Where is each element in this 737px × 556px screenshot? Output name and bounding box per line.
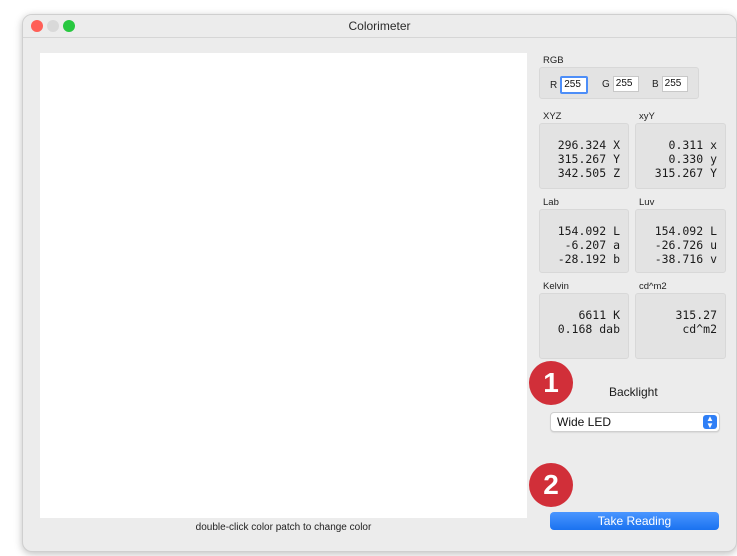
b-input[interactable]: 255 <box>661 76 688 92</box>
lab-l-value: 154.092 L <box>557 224 620 238</box>
r-group: R 255 <box>550 76 589 94</box>
color-patch[interactable] <box>40 53 527 518</box>
lab-a-value: -6.207 a <box>564 238 620 252</box>
step-one-badge: 1 <box>529 361 573 405</box>
luv-readout: 154.092 L -26.726 u -38.716 v <box>655 224 717 266</box>
r-input[interactable]: 255 <box>560 76 589 94</box>
take-reading-button[interactable]: Take Reading <box>550 512 719 530</box>
xyz-readout: 296.324 X 315.267 Y 342.505 Z <box>558 138 620 180</box>
xyy-lum-value: 315.267 Y <box>654 166 717 180</box>
title-bar: Colorimeter <box>23 15 736 38</box>
g-group: G 255 <box>602 76 639 92</box>
luv-label: Luv <box>639 197 655 208</box>
kelvin-readout: 6611 K 0.168 dab <box>558 308 620 336</box>
window-title: Colorimeter <box>348 19 411 33</box>
chevron-up-down-icon: ▲ ▼ <box>703 415 717 430</box>
cdm2-readout: 315.27 cd^m2 <box>675 308 717 336</box>
xyy-box: 0.311 x 0.330 y 315.267 Y <box>635 123 726 189</box>
r-label: R <box>550 79 558 91</box>
kelvin-k-value: 6611 K <box>578 308 620 322</box>
luv-v-value: -38.716 v <box>654 252 717 266</box>
g-label: G <box>602 78 610 90</box>
cdm2-value: 315.27 <box>675 308 717 322</box>
lab-label: Lab <box>543 197 559 208</box>
cdm2-label: cd^m2 <box>639 281 667 292</box>
luv-l-value: 154.092 L <box>654 224 717 238</box>
color-patch-caption: double-click color patch to change color <box>195 522 372 533</box>
xyy-x-value: 0.311 x <box>668 138 717 152</box>
luv-u-value: -26.726 u <box>654 238 717 252</box>
backlight-select[interactable]: Wide LED ▲ ▼ <box>550 412 720 432</box>
luv-box: 154.092 L -26.726 u -38.716 v <box>635 209 726 273</box>
b-group: B 255 <box>652 76 688 92</box>
backlight-selected-value: Wide LED <box>557 415 612 429</box>
xyy-label: xyY <box>639 111 655 122</box>
xyz-box: 296.324 X 315.267 Y 342.505 Z <box>539 123 629 189</box>
xyz-x-value: 296.324 X <box>557 138 620 152</box>
g-input[interactable]: 255 <box>612 76 639 92</box>
kelvin-dab-value: 0.168 dab <box>557 322 620 336</box>
lab-box: 154.092 L -6.207 a -28.192 b <box>539 209 629 273</box>
kelvin-label: Kelvin <box>543 281 569 292</box>
step-two-badge: 2 <box>529 463 573 507</box>
cdm2-box: 315.27 cd^m2 <box>635 293 726 359</box>
xyz-label: XYZ <box>543 111 562 122</box>
xyz-y-value: 315.267 Y <box>557 152 620 166</box>
rgb-box: R 255 G 255 B 255 <box>539 67 699 99</box>
lab-readout: 154.092 L -6.207 a -28.192 b <box>558 224 620 266</box>
xyz-z-value: 342.505 Z <box>557 166 620 180</box>
b-label: B <box>652 78 659 90</box>
lab-b-value: -28.192 b <box>557 252 620 266</box>
kelvin-box: 6611 K 0.168 dab <box>539 293 629 359</box>
backlight-label: Backlight <box>609 385 658 399</box>
colorimeter-window: Colorimeter double-click color patch to … <box>22 14 737 552</box>
cdm2-unit: cd^m2 <box>682 322 717 336</box>
xyy-y-value: 0.330 y <box>668 152 717 166</box>
xyy-readout: 0.311 x 0.330 y 315.267 Y <box>655 138 717 180</box>
rgb-label: RGB <box>543 55 564 66</box>
